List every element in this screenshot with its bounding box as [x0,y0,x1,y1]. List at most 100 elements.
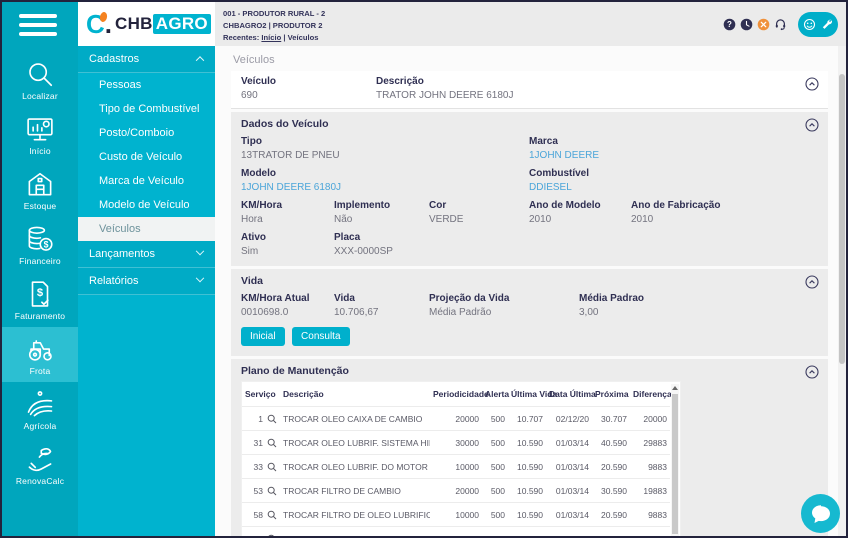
sidebar-item-label: Localizar [22,91,58,101]
field-implemento: Implemento Não [334,200,429,225]
service-description: TROCAR FILTRO DE CAMBIO [280,479,430,503]
cell: 20000 [430,407,482,431]
maintenance-table: Serviço Descrição Periodicidade Alerta Ú… [241,381,681,536]
field-value-link[interactable]: DDIESEL [529,182,818,193]
hamburger-menu-button[interactable] [19,14,78,36]
magnifier-icon[interactable] [267,438,277,448]
field-value: 10.706,67 [334,307,429,318]
field-marca: Marca 1JOHN DEERE [529,136,818,161]
column-header: Serviço [242,382,280,407]
sidebar-item-localizar[interactable]: Localizar [2,52,78,107]
coins-icon: $ [25,224,55,254]
page-scrollbar-thumb[interactable] [839,74,845,364]
field-vida: Vida 10.706,67 [334,293,429,318]
recents-separator: | [283,33,285,42]
menu-item-posto-comboio[interactable]: Posto/Comboio [78,121,215,145]
svg-text:?: ? [727,20,732,29]
menu-section-lancamentos[interactable]: Lançamentos [78,241,215,268]
service-number: 53 [254,486,263,496]
monitor-chart-icon [25,114,55,144]
field-label: Implemento [334,200,429,211]
cell: 10000 [430,455,482,479]
cell: 500 [482,431,508,455]
field-value: 0010698.0 [241,307,334,318]
cell: 01/03/14 [546,479,592,503]
menu-item-veiculos[interactable]: Veículos [78,217,215,241]
field-projecao-vida: Projeção da Vida Média Padrão [429,293,579,318]
service-description: TROCAR OLEO LUBRIF. DO MOTOR [280,455,430,479]
menu-item-marca-veiculo[interactable]: Marca de Veículo [78,169,215,193]
magnifier-icon[interactable] [267,534,277,537]
sidebar-item-estoque[interactable]: Estoque [2,162,78,217]
menu-section-relatorios[interactable]: Relatórios [78,268,215,295]
magnifier-icon[interactable] [267,462,277,472]
field-tipo: Tipo 13TRATOR DE PNEU [241,136,529,161]
section-title: Plano de Manutenção [231,359,828,381]
field-label: Ano de Fabricação [631,200,818,211]
close-icon[interactable] [757,18,770,31]
scroll-up-arrow[interactable] [672,386,678,390]
cell: 10000 [430,503,482,527]
cell: 9883 [630,455,670,479]
field-modelo: Modelo 1JOHN DEERE 6180J [241,168,529,193]
magnifier-icon[interactable] [267,510,277,520]
sidebar-item-agricola[interactable]: Agrícola [2,382,78,437]
field-ano-modelo: Ano de Modelo 2010 [529,200,631,225]
collapse-icon[interactable] [805,365,819,379]
menu-item-modelo-veiculo[interactable]: Modelo de Veículo [78,193,215,217]
cell: 40.590 [592,527,630,537]
field-kmhora-atual: KM/Hora Atual 0010698.0 [241,293,334,318]
menu-item-pessoas[interactable]: Pessoas [78,73,215,97]
field-value-link[interactable]: 1JOHN DEERE [529,150,818,161]
table-row: 31 TROCAR OLEO LUBRIF. SISTEMA HIDRAULIC… [242,431,670,455]
field-label: Combustível [529,168,818,179]
hamburger-bar [19,32,57,36]
service-number: 31 [254,438,263,448]
menu-section-cadastros[interactable]: Cadastros [78,46,215,73]
sidebar-item-inicio[interactable]: Início [2,107,78,162]
menu-item-tipo-combustivel[interactable]: Tipo de Combustível [78,97,215,121]
inicial-button[interactable]: Inicial [241,327,285,346]
field-value-link[interactable]: 1JOHN DEERE 6180J [241,182,529,193]
field-icon [25,389,55,419]
menu-item-custo-veiculo[interactable]: Custo de Veículo [78,145,215,169]
collapse-icon[interactable] [805,118,819,132]
table-header-row: Serviço Descrição Periodicidade Alerta Ú… [242,382,670,407]
collapse-icon[interactable] [805,77,819,91]
collapse-icon[interactable] [805,275,819,289]
help-icon[interactable]: ? [723,18,736,31]
consulta-button[interactable]: Consulta [292,327,349,346]
sidebar-item-renovacalc[interactable]: RenovaCalc [2,437,78,492]
account-tools-button[interactable] [798,12,838,37]
sidebar-item-financeiro[interactable]: $ Financeiro [2,217,78,272]
header-actions: ? [723,10,838,38]
cell: 10.590 [508,431,546,455]
field-value: 13TRATOR DE PNEU [241,150,529,161]
app-logo[interactable]: C . CHB AGRO [78,2,215,46]
field-label: Modelo [241,168,529,179]
sidebar-item-frota[interactable]: Frota [2,327,78,382]
recents-link-inicio[interactable]: Início [261,33,281,42]
service-description: TROCAR FILTRO DE OLEO LUBRIFICANTE [280,503,430,527]
field-label: Marca [529,136,818,147]
menu-item-label: Pessoas [99,79,141,91]
field-veiculo: Veículo 690 [241,76,376,101]
chat-bubble-button[interactable] [801,494,840,533]
page-scrollbar[interactable] [838,46,846,536]
field-value: VERDE [429,214,529,225]
magnifier-icon[interactable] [267,414,277,424]
vida-section: Vida KM/Hora Atual 0010698.0 Vida 10.706… [231,269,828,356]
field-value: Não [334,214,429,225]
cell: 500 [482,479,508,503]
field-value: Sim [241,246,334,257]
cell: 500 [482,503,508,527]
magnifier-icon[interactable] [267,486,277,496]
recents-current: Veículos [288,33,319,42]
sidebar-item-faturamento[interactable]: $ Faturamento [2,272,78,327]
scrollbar-thumb[interactable] [672,394,678,534]
main-content: Veículos Veículo 690 Descrição TRATOR JO… [215,46,838,536]
plant-hand-icon [25,444,55,474]
table-scrollbar[interactable] [671,384,679,536]
history-icon[interactable] [740,18,753,31]
support-icon[interactable] [774,18,787,31]
